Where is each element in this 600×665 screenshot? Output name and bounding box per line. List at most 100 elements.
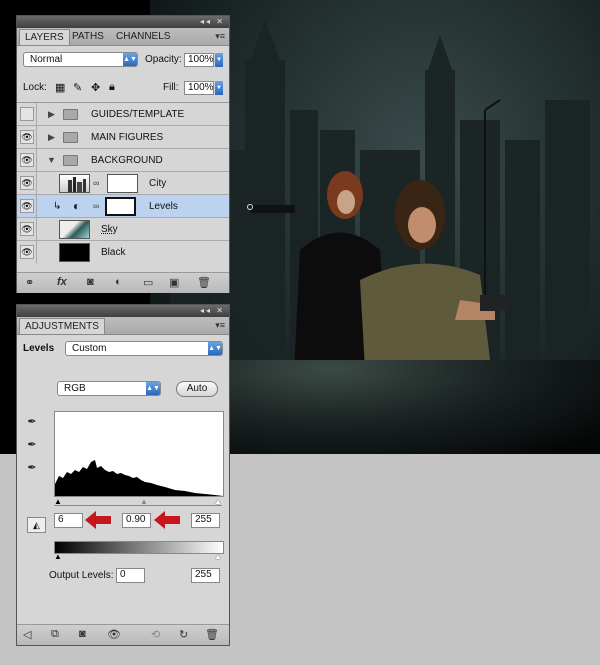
eye-icon[interactable]: 👁︎ (20, 245, 34, 259)
layer-row-levels[interactable]: 👁︎ ↳ ◐ ∞ Levels (17, 195, 229, 218)
output-levels-label: Output Levels: (49, 570, 114, 581)
input-gamma-field[interactable]: 0.90 (122, 513, 151, 528)
expand-view-icon[interactable]: ⧉ (51, 628, 59, 641)
white-output-slider[interactable]: ▲ (214, 552, 222, 561)
black-output-slider[interactable]: ▲ (54, 552, 62, 561)
chevron-down-icon: ▲▼ (123, 53, 137, 66)
layer-name: Levels (149, 201, 178, 212)
eye-icon[interactable]: 👁︎ (20, 222, 34, 236)
clipping-arrow-icon: ↳ (53, 201, 62, 212)
layer-row-sky[interactable]: 👁︎ Sky (17, 218, 229, 241)
layers-tabbar: LAYERS PATHS CHANNELS ▾≡ (17, 28, 229, 46)
layer-row-guides[interactable]: ▶ GUIDES/TEMPLATE (17, 103, 229, 126)
layer-mask-thumbnail[interactable] (105, 197, 136, 216)
link-layers-icon[interactable]: ⚭ (25, 276, 34, 289)
tab-adjustments[interactable]: ADJUSTMENTS (19, 318, 105, 334)
trash-icon[interactable]: 🗑︎ (197, 276, 211, 289)
layers-bottom-toolbar: ⚭ fx ◙ ◐ ▭ ▣ 🗑︎ (17, 272, 229, 293)
new-group-icon[interactable]: ▭ (143, 276, 153, 289)
input-slider-track: ▲ ▲ ▲ (54, 496, 222, 506)
input-white-field[interactable]: 255 (191, 513, 220, 528)
histogram (54, 411, 224, 497)
preset-value: Custom (72, 343, 107, 354)
blend-mode-select[interactable]: Normal ▲▼ (23, 52, 138, 67)
folder-icon (63, 109, 78, 120)
lock-label: Lock: (23, 82, 47, 93)
auto-button[interactable]: Auto (176, 381, 218, 397)
layer-row-city[interactable]: 👁︎ ∞ City (17, 172, 229, 195)
output-black-field[interactable]: 0 (116, 568, 145, 583)
chevron-down-icon: ▲▼ (146, 382, 160, 395)
layer-row-main-figures[interactable]: 👁︎ ▶ MAIN FIGURES (17, 126, 229, 149)
opacity-input[interactable]: 100% (184, 53, 214, 67)
channel-select[interactable]: RGB ▲▼ (57, 381, 161, 396)
layers-panel-titlebar[interactable]: ◂◂ ✕ (17, 16, 229, 28)
preset-select[interactable]: Custom ▲▼ (65, 341, 223, 356)
view-previous-icon[interactable]: ⟲ (151, 628, 160, 641)
layer-name: BACKGROUND (91, 155, 163, 166)
layer-style-icon[interactable]: fx (57, 276, 67, 288)
opacity-label: Opacity: (145, 54, 182, 65)
trash-icon[interactable]: 🗑︎ (205, 628, 219, 641)
gray-point-eyedropper-icon[interactable]: ✒ (25, 438, 39, 452)
white-point-eyedropper-icon[interactable]: ✒ (25, 461, 39, 475)
fill-stepper[interactable]: ▼ (215, 81, 223, 95)
layer-mask-thumbnail[interactable] (107, 174, 138, 193)
new-adjustment-icon[interactable]: ◐ (115, 276, 122, 288)
layer-list: ▶ GUIDES/TEMPLATE 👁︎ ▶ MAIN FIGURES 👁︎ ▼… (17, 102, 229, 273)
lock-transparent-icon[interactable]: ▦ (55, 81, 65, 94)
adjustments-panel: ◂◂ ✕ ADJUSTMENTS ▾≡ Levels Custom ▲▼ RGB… (16, 304, 230, 646)
tab-layers[interactable]: LAYERS (19, 29, 70, 45)
collapse-arrow-icon[interactable]: ▼ (47, 155, 56, 165)
folder-icon (63, 155, 78, 166)
back-arrow-icon[interactable]: ◁ (23, 628, 31, 641)
new-layer-icon[interactable]: ▣ (169, 276, 179, 289)
visibility-toggle-off[interactable] (20, 107, 34, 121)
layer-row-black[interactable]: 👁︎ Black (17, 241, 229, 264)
visibility-eye-icon[interactable]: 👁︎ (107, 628, 121, 641)
white-input-slider[interactable]: ▲ (214, 497, 222, 506)
arrow-annotation-right (154, 511, 180, 529)
clip-to-layer-icon[interactable]: ◙ (79, 628, 86, 640)
panel-menu-icon[interactable]: ▾≡ (215, 31, 225, 42)
levels-label: Levels (23, 343, 55, 354)
arrow-annotation-left (85, 511, 111, 529)
lock-move-icon[interactable]: ✥ (91, 81, 100, 94)
adjustments-panel-titlebar[interactable]: ◂◂ ✕ (17, 305, 229, 317)
add-mask-icon[interactable]: ◙ (87, 276, 94, 288)
eye-icon[interactable]: 👁︎ (20, 176, 34, 190)
fill-input[interactable]: 100% (184, 81, 214, 95)
expand-arrow-icon[interactable]: ▶ (48, 132, 55, 143)
opacity-stepper[interactable]: ▼ (215, 53, 223, 67)
panel-menu-icon[interactable]: ▾≡ (215, 320, 225, 331)
layer-thumbnail (59, 220, 90, 239)
black-input-slider[interactable]: ▲ (54, 497, 62, 506)
gamma-input-slider[interactable]: ▲ (140, 497, 148, 506)
input-black-field[interactable]: 6 (54, 513, 83, 528)
layer-row-background[interactable]: 👁︎ ▼ BACKGROUND (17, 149, 229, 172)
layer-name: City (149, 178, 167, 189)
lock-all-icon[interactable]: 🔒︎ (109, 81, 115, 94)
fill-label: Fill: (163, 82, 179, 93)
adjustments-tabbar: ADJUSTMENTS ▾≡ (17, 317, 229, 335)
chain-link-icon[interactable]: ∞ (93, 178, 99, 188)
layer-thumbnail (59, 243, 90, 262)
eye-icon[interactable]: 👁︎ (20, 199, 34, 213)
chain-link-icon[interactable]: ∞ (93, 201, 99, 211)
reset-icon[interactable]: ↻ (179, 628, 188, 641)
output-white-field[interactable]: 255 (191, 568, 220, 583)
tab-paths[interactable]: PATHS (67, 29, 109, 45)
clipping-warning-icon[interactable]: ◭ (27, 517, 46, 533)
chevron-down-icon: ▲▼ (208, 342, 222, 355)
eye-icon[interactable]: 👁︎ (20, 153, 34, 167)
layer-name: GUIDES/TEMPLATE (91, 109, 185, 120)
adjustments-bottom-toolbar: ◁ ⧉ ◙ 👁︎ ⟲ ↻ 🗑︎ (17, 624, 229, 645)
output-slider-track: ▲ ▲ (54, 552, 222, 561)
expand-arrow-icon[interactable]: ▶ (48, 109, 55, 120)
black-point-eyedropper-icon[interactable]: ✒ (25, 415, 39, 429)
layers-panel: ◂◂ ✕ LAYERS PATHS CHANNELS ▾≡ Normal ▲▼ … (16, 15, 230, 293)
tab-channels[interactable]: CHANNELS (111, 29, 175, 45)
lock-brush-icon[interactable]: ✎ (73, 81, 82, 94)
folder-icon (63, 132, 78, 143)
eye-icon[interactable]: 👁︎ (20, 130, 34, 144)
